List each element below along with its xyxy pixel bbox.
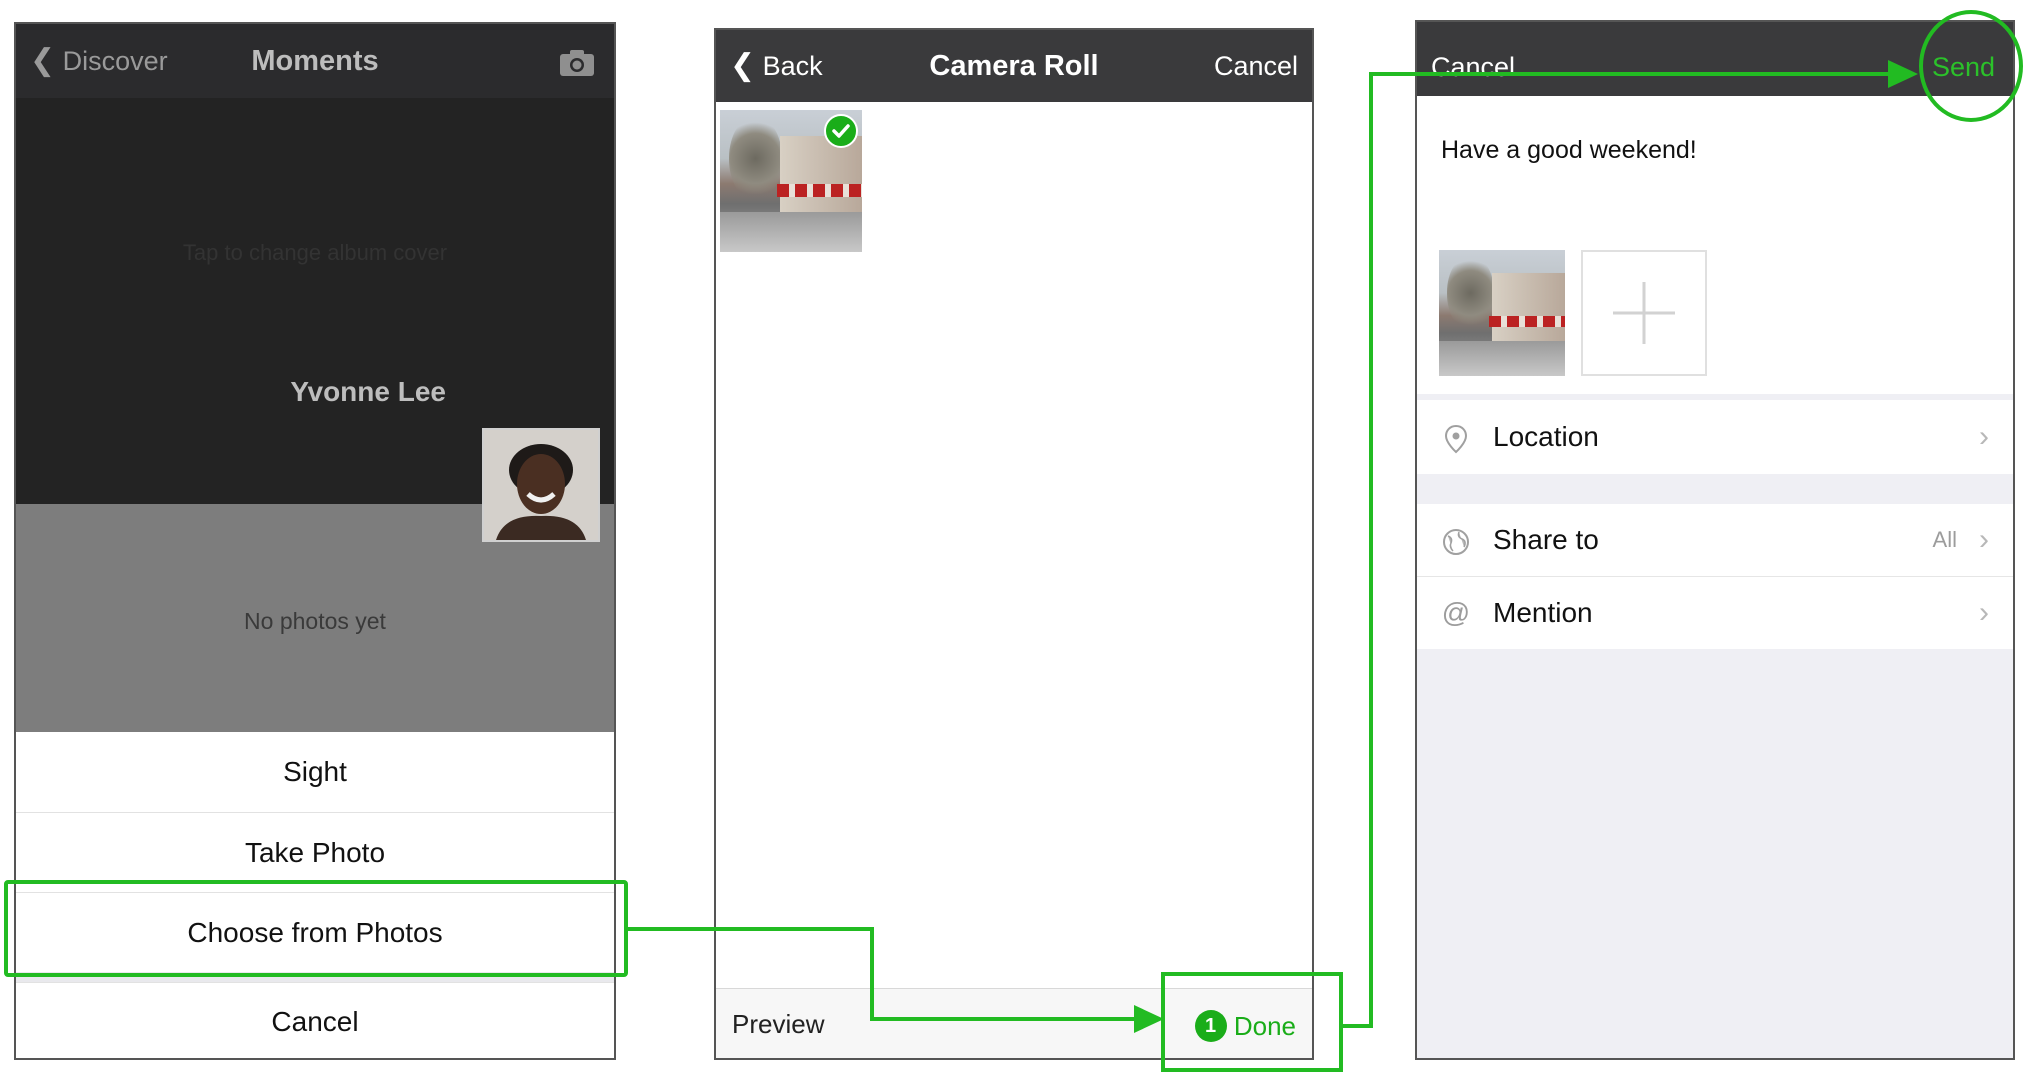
- highlight-send: [1919, 10, 2023, 122]
- add-photo-button[interactable]: [1581, 250, 1707, 376]
- connector-line: [1369, 72, 1899, 76]
- sheet-item-sight[interactable]: Sight: [16, 732, 614, 812]
- connector-line: [870, 1017, 1146, 1021]
- avatar-portrait: [484, 430, 598, 540]
- attached-photo[interactable]: [1439, 250, 1565, 376]
- camera-icon[interactable]: [558, 24, 596, 98]
- chevron-right-icon: ›: [1979, 420, 1989, 453]
- connector-line: [1369, 72, 1373, 1028]
- connector-line: [870, 927, 874, 1021]
- plus-icon: [1613, 282, 1675, 344]
- cover-hint: Tap to change album cover: [182, 240, 448, 265]
- camera-roll-navbar: ❮ Back Camera Roll Cancel: [716, 30, 1312, 102]
- highlight-done: [1161, 972, 1343, 1072]
- compose-moment-screen: Cancel Send Have a good weekend! Locatio…: [1415, 20, 2015, 1060]
- avatar[interactable]: [482, 428, 600, 542]
- mention-row[interactable]: @ Mention ›: [1417, 577, 2013, 649]
- cancel-button[interactable]: Cancel: [1214, 30, 1298, 102]
- chevron-right-icon: ›: [1979, 596, 1989, 629]
- chevron-right-icon: ›: [1979, 523, 1989, 556]
- location-label: Location: [1493, 421, 1599, 452]
- preview-button[interactable]: Preview: [732, 989, 824, 1058]
- moments-navbar: ❮ Discover Moments: [16, 24, 614, 98]
- sheet-item-cancel[interactable]: Cancel: [16, 982, 614, 1058]
- arrowhead-icon: [1888, 60, 1918, 88]
- connector-line: [628, 927, 872, 931]
- check-selected-icon[interactable]: [824, 114, 858, 148]
- location-row[interactable]: Location ›: [1417, 400, 2013, 474]
- location-pin-icon: [1441, 400, 1471, 474]
- share-to-row[interactable]: Share to All ›: [1417, 504, 2013, 577]
- compose-panel: Have a good weekend!: [1417, 96, 2013, 394]
- globe-icon: [1441, 504, 1471, 576]
- post-text[interactable]: Have a good weekend!: [1441, 136, 1697, 165]
- at-icon: @: [1441, 597, 1471, 628]
- highlight-choose-from-photos: [4, 880, 628, 977]
- share-to-value: All: [1932, 527, 1957, 552]
- arrowhead-icon: [1134, 1005, 1164, 1033]
- no-photos-text: No photos yet: [244, 608, 386, 634]
- camera-roll-screen: ❮ Back Camera Roll Cancel Preview 1 Done: [714, 28, 1314, 1060]
- page-title: Moments: [251, 45, 379, 77]
- user-name: Yvonne Lee: [290, 376, 446, 407]
- mention-label: Mention: [1493, 597, 1593, 628]
- share-to-label: Share to: [1493, 524, 1599, 555]
